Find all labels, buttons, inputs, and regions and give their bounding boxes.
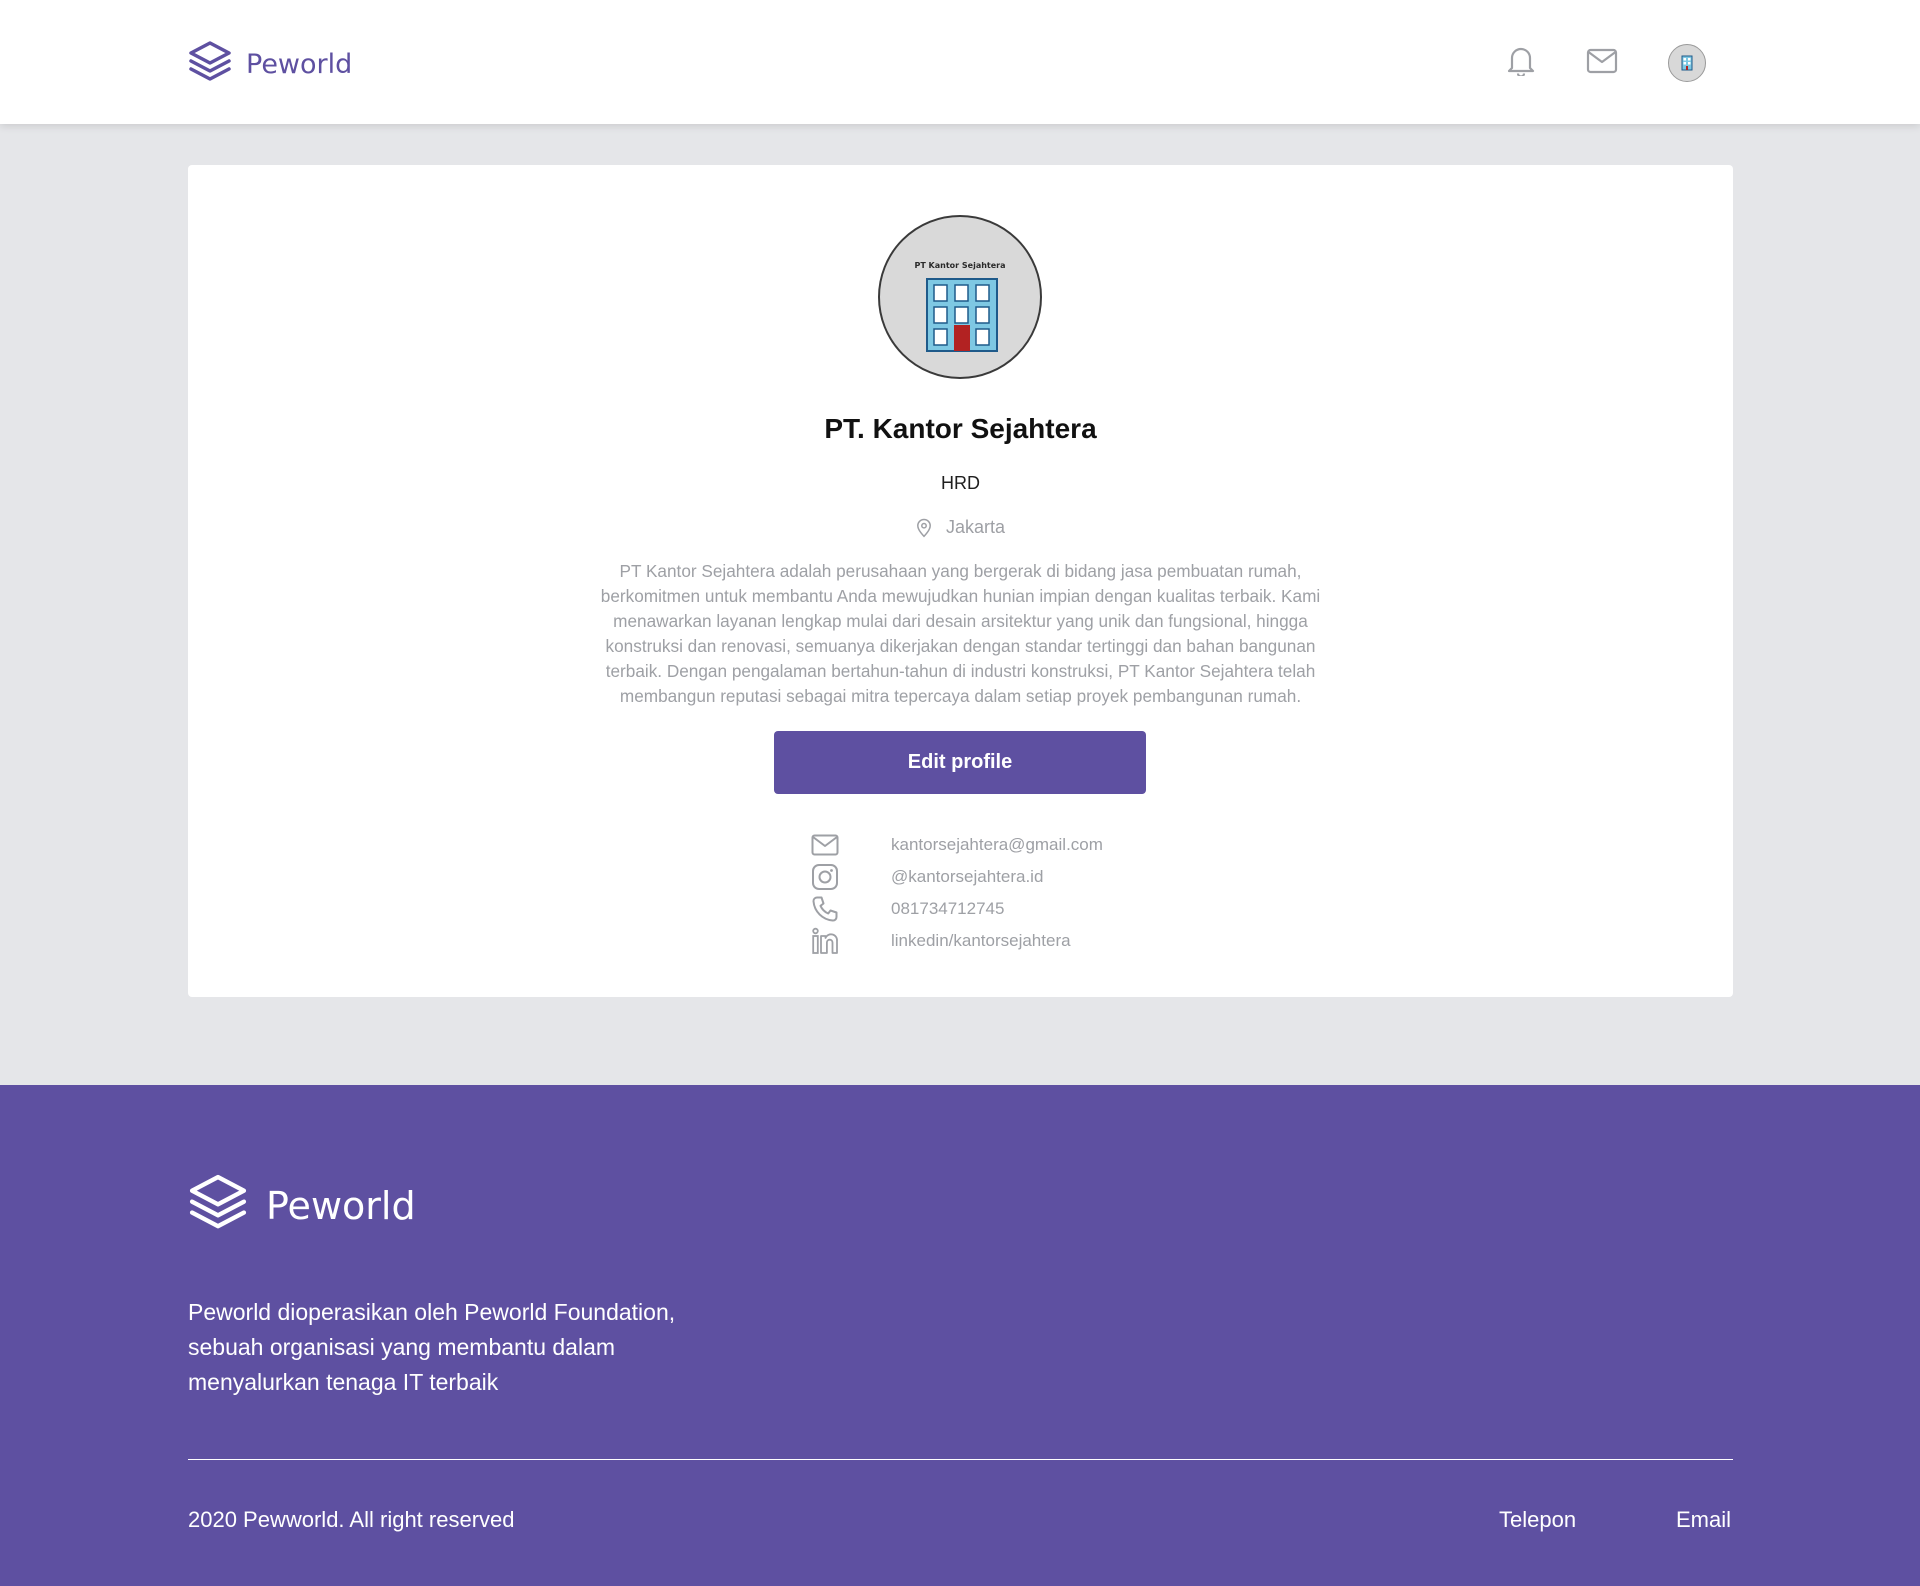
footer-divider [188,1459,1733,1460]
contact-phone[interactable]: 081734712745 [810,894,1210,926]
phone-icon [810,894,840,924]
location-text: Jakarta [945,517,1006,537]
navbar: Peworld [0,0,1920,124]
footer-brand-name: Peworld [266,1183,416,1228]
footer-link-email[interactable]: Email [1676,1507,1731,1533]
footer-description: Peworld dioperasikan oleh Peworld Founda… [188,1299,676,1395]
contact-linkedin[interactable]: linkedin/kantorsejahtera [810,926,1210,958]
company-logo: PT Kantor Sejahtera [878,215,1042,379]
company-logo-caption: PT Kantor Sejahtera [914,261,1006,270]
map-pin-icon [917,518,931,537]
instagram-icon [810,862,840,892]
company-name: PT. Kantor Sejahtera [824,413,1097,444]
contact-linkedin-text: linkedin/kantorsejahtera [891,931,1071,950]
edit-profile-button[interactable]: Edit profile [774,731,1146,794]
footer-link-telepon[interactable]: Telepon [1499,1507,1576,1533]
footer: Peworld Peworld dioperasikan oleh Peworl… [0,1085,1920,1586]
company-location: Jakarta [188,517,1733,538]
linkedin-icon [810,926,840,956]
contact-email-text: kantorsejahtera@gmail.com [891,835,1103,854]
avatar[interactable] [1668,44,1706,82]
peworld-logo-icon [188,40,232,89]
bell-icon[interactable] [1506,44,1536,81]
contact-instagram-text: @kantorsejahtera.id [891,867,1044,886]
mail-icon [810,830,840,860]
contact-phone-text: 081734712745 [891,899,1005,918]
contact-email[interactable]: kantorsejahtera@gmail.com [810,830,1210,862]
mail-icon[interactable] [1586,48,1618,79]
company-description: PT Kantor Sejahtera adalah perusahaan ya… [600,561,1321,706]
company-role: HRD [941,473,980,493]
profile-card: PT Kantor Sejahtera PT. Kantor Sejahtera… [188,165,1733,997]
footer-copyright: 2020 Pewworld. All right reserved [188,1507,515,1532]
nav-logo[interactable]: Peworld [188,40,352,89]
brand-name: Peworld [246,49,353,80]
contact-instagram[interactable]: @kantorsejahtera.id [810,862,1210,894]
building-icon [926,278,998,352]
peworld-logo-icon [188,1173,248,1238]
footer-logo[interactable]: Peworld [188,1173,416,1238]
contact-list: kantorsejahtera@gmail.com @kantorsejahte… [810,830,1210,958]
